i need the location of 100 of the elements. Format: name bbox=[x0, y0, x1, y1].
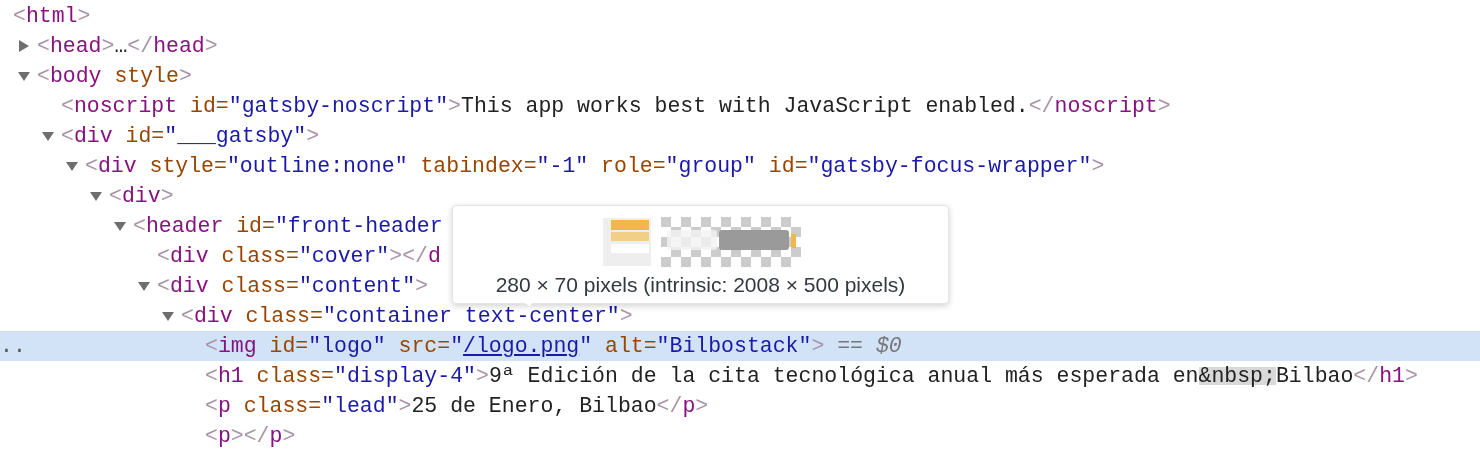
attribute-value: "front-header bbox=[274, 217, 443, 235]
tag-name: div bbox=[121, 187, 161, 205]
attribute-value: "gatsby-noscript" bbox=[228, 97, 449, 115]
tag-bracket: > bbox=[1157, 97, 1171, 115]
tag-bracket: > bbox=[282, 427, 296, 445]
tag-name: html bbox=[25, 7, 78, 25]
attribute-name: class= bbox=[256, 367, 335, 385]
disclosure-triangle-icon[interactable] bbox=[66, 160, 78, 172]
tag-name: p bbox=[682, 397, 696, 415]
dom-tree-row[interactable]: <header id="front-header bbox=[0, 211, 443, 241]
dom-tree-row[interactable]: <div> bbox=[0, 181, 174, 211]
disclosure-triangle-icon[interactable] bbox=[42, 130, 54, 142]
tag-bracket: > bbox=[204, 37, 218, 55]
dom-tree-row[interactable]: <noscript id="gatsby-noscript">This app works best with JavaScript enabled.</noscript> bbox=[0, 91, 1171, 121]
tag-bracket: < bbox=[61, 97, 74, 115]
tag-bracket: < bbox=[133, 217, 146, 235]
tag-bracket: > bbox=[1404, 367, 1418, 385]
image-size-text: 280 × 70 pixels (intrinsic: 2008 × 500 pixels) bbox=[495, 272, 906, 298]
dom-tree-row[interactable]: <div class="container text-center"> bbox=[0, 301, 633, 331]
node-text: 9ª Edición de la cita tecnológica anual más esperada en bbox=[488, 367, 1199, 385]
attribute-value: "cover" bbox=[298, 247, 390, 265]
dom-tree-row[interactable]: <div style="outline:none" tabindex="-1" role="group" id="gatsby-focus-wrapper"> bbox=[0, 151, 1105, 181]
attribute-value: "gatsby-focus-wrapper" bbox=[807, 157, 1092, 175]
attribute-name: tabindex= bbox=[420, 157, 537, 175]
tag-bracket: > bbox=[160, 187, 174, 205]
tag-bracket: < bbox=[13, 7, 26, 25]
attribute-value: "content" bbox=[298, 277, 416, 295]
dom-tree-row[interactable]: <body style> bbox=[0, 61, 192, 91]
attribute-name: style= bbox=[149, 157, 227, 175]
disclosure-triangle-icon[interactable] bbox=[18, 40, 30, 52]
console-reference: $0 bbox=[875, 337, 902, 355]
attribute-name: class= bbox=[221, 277, 299, 295]
tag-bracket: </ bbox=[1028, 97, 1055, 115]
tag-name: h1 bbox=[1379, 367, 1405, 385]
tag-bracket: > bbox=[475, 367, 489, 385]
tag-bracket: > bbox=[178, 67, 192, 85]
tag-name: div bbox=[97, 157, 137, 175]
tag-bracket: </ bbox=[402, 247, 428, 265]
attribute-name: style bbox=[114, 67, 179, 85]
disclosure-triangle-icon[interactable] bbox=[90, 190, 102, 202]
node-text: This app works best with JavaScript enabled. bbox=[461, 97, 1029, 115]
attribute-name: id= bbox=[125, 127, 165, 145]
dom-tree-row[interactable]: <div class="content"> bbox=[0, 271, 428, 301]
selection-marker: == bbox=[837, 337, 864, 355]
row-menu[interactable]: .. bbox=[0, 331, 26, 361]
tag-bracket: > bbox=[389, 247, 403, 265]
dom-tree-row[interactable]: <div class="cover"></d bbox=[0, 241, 441, 271]
dom-tree-row[interactable]: <div id="___gatsby"> bbox=[0, 121, 320, 151]
attribute-value: "lead" bbox=[321, 397, 399, 415]
disclosure-triangle-icon[interactable] bbox=[114, 220, 126, 232]
dom-tree-row[interactable]: <h1 class="display-4">9ª Edición de la cita tecnológica anual más esperada en&nbsp;Bilbao</h1> bbox=[0, 361, 1418, 391]
attribute-value: "___gatsby" bbox=[164, 127, 307, 145]
attribute-value: "group" bbox=[665, 157, 756, 175]
tag-bracket: </ bbox=[127, 37, 154, 55]
dom-tree-row[interactable]: <head>…</head> bbox=[0, 31, 218, 61]
tag-bracket: > bbox=[448, 97, 461, 115]
dom-tree-row[interactable]: <p></p> bbox=[0, 421, 296, 451]
tag-bracket: < bbox=[109, 187, 122, 205]
tag-bracket: < bbox=[157, 277, 170, 295]
tag-name: head bbox=[153, 37, 205, 55]
disclosure-triangle-icon[interactable] bbox=[162, 310, 174, 322]
attribute-value: "-1" bbox=[536, 157, 589, 175]
tag-name: div bbox=[169, 277, 209, 295]
attribute-name: id= bbox=[236, 217, 275, 235]
tag-bracket: > bbox=[1091, 157, 1105, 175]
attribute-name: class= bbox=[245, 307, 323, 325]
attribute-value: " bbox=[579, 337, 593, 355]
tag-name: d bbox=[428, 247, 441, 265]
attribute-name: alt= bbox=[605, 337, 657, 355]
tag-bracket: > bbox=[811, 337, 825, 355]
tag-bracket: < bbox=[205, 397, 218, 415]
tag-name: p bbox=[217, 397, 231, 415]
attribute-name: class= bbox=[221, 247, 299, 265]
disclosure-triangle-icon[interactable] bbox=[138, 280, 150, 292]
tag-name: noscript bbox=[73, 97, 178, 115]
tag-bracket: < bbox=[205, 427, 218, 445]
attribute-value: "container text-center" bbox=[322, 307, 620, 325]
attribute-value: "display-4" bbox=[334, 367, 476, 385]
attribute-name: id= bbox=[190, 97, 229, 115]
tag-name: p bbox=[269, 427, 283, 445]
tag-bracket: < bbox=[181, 307, 194, 325]
disclosure-triangle-icon[interactable] bbox=[18, 70, 30, 82]
dom-tree-row[interactable]: .. <img id="logo" src="/logo.png" alt="Bilbostack"> == $0 bbox=[0, 331, 1480, 361]
tag-bracket: < bbox=[37, 67, 50, 85]
attribute-link[interactable]: /logo.png bbox=[463, 337, 580, 355]
node-text: 25 de Enero, Bilbao bbox=[411, 397, 657, 415]
dom-tree-row[interactable]: <html> bbox=[0, 1, 91, 31]
tag-bracket: > bbox=[77, 7, 91, 25]
tag-bracket: > bbox=[398, 397, 412, 415]
attribute-value: "Bilbostack" bbox=[656, 337, 812, 355]
attribute-name: class= bbox=[243, 397, 322, 415]
tag-name: header bbox=[145, 217, 224, 235]
tag-bracket: </ bbox=[656, 397, 683, 415]
attribute-name: role= bbox=[601, 157, 666, 175]
dom-tree-row[interactable]: <p class="lead">25 de Enero, Bilbao</p> bbox=[0, 391, 709, 421]
tag-bracket: > bbox=[306, 127, 320, 145]
tag-name: img bbox=[217, 337, 257, 355]
tag-bracket: > bbox=[415, 277, 428, 295]
tag-name: body bbox=[49, 67, 102, 85]
tag-bracket: < bbox=[61, 127, 74, 145]
